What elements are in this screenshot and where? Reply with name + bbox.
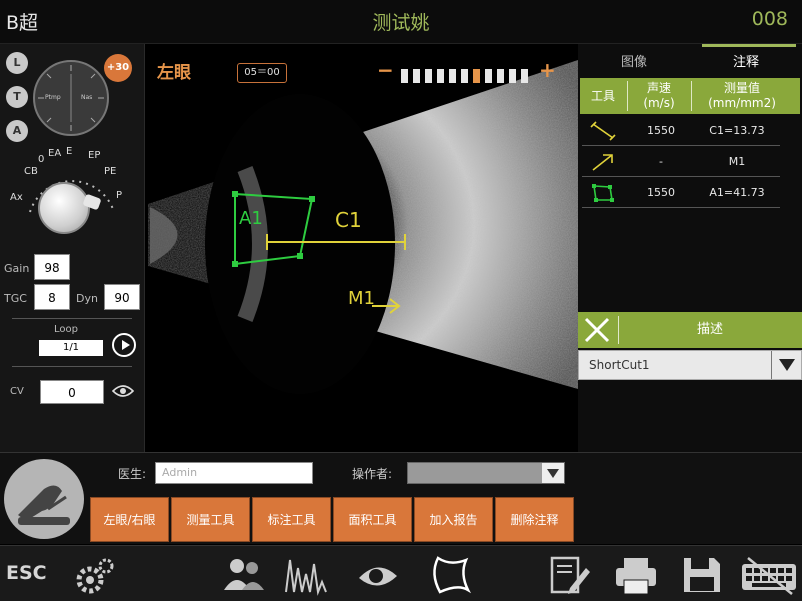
probe-sector-icon[interactable] — [428, 554, 472, 596]
report-section: 医生: Admin 操作者: 左眼/右眼 测量工具 标注工具 面积工具 加入报告… — [0, 452, 802, 544]
chevron-down-icon[interactable] — [542, 463, 564, 483]
active-tab-indicator — [702, 44, 796, 47]
tab-annotation[interactable]: 注释 — [690, 50, 802, 76]
operator-select[interactable] — [407, 462, 565, 484]
right-annotation-panel: 图像 注释 工具 声速 (m/s) 测量值 (mm/mm2) 1550 C1=1… — [578, 44, 802, 452]
area-tool-button[interactable]: 面积工具 — [333, 497, 412, 542]
patient-name: 测试姚 — [372, 12, 430, 34]
divider — [12, 366, 132, 367]
row-value: C1=13.73 — [709, 124, 765, 137]
add-report-button[interactable]: 加入报告 — [414, 497, 493, 542]
row-value: M1 — [728, 155, 746, 168]
foot-pedal-button[interactable] — [4, 459, 84, 539]
row-value: A1=41.73 — [709, 186, 765, 199]
bottom-toolbar: ESC — [0, 545, 802, 601]
close-icon[interactable] — [582, 316, 612, 344]
knob-label-e: E — [66, 146, 73, 157]
row-speed: 1550 — [647, 186, 675, 199]
top-bar: B超 测试姚 008 — [0, 0, 802, 44]
area-a1-handles — [232, 191, 315, 267]
mode-button-a[interactable]: A — [6, 120, 28, 142]
save-icon[interactable] — [680, 554, 724, 596]
settings-gear-icon[interactable] — [72, 554, 116, 596]
knob-label-ax: Ax — [10, 192, 23, 203]
cv-label: CV — [10, 386, 24, 397]
dyn-label: Dyn — [76, 292, 98, 305]
knob-dial[interactable] — [38, 182, 90, 234]
mode-button-t[interactable]: T — [6, 86, 28, 108]
loop-label: Loop — [54, 324, 78, 335]
table-row[interactable]: - M1 — [582, 147, 780, 177]
printer-icon[interactable] — [614, 554, 658, 596]
clock-label-nasal: Nas — [81, 94, 93, 101]
knob-label-ep: EP — [88, 150, 101, 161]
foot-pedal-icon — [18, 485, 70, 525]
caliper-icon — [590, 121, 616, 141]
mode-button-l[interactable]: L — [6, 52, 28, 74]
ultrasound-image-area[interactable]: 左眼 05＝00 − + A1 C1 M1 — [145, 44, 578, 452]
col-speed: 声速 (m/s) — [643, 81, 675, 110]
gain-field[interactable]: 98 — [34, 254, 70, 280]
row-speed: - — [659, 155, 663, 168]
table-row[interactable]: 1550 C1=13.73 — [582, 116, 780, 146]
col-value: 测量值 (mm/mm2) — [708, 81, 776, 110]
eye-icon[interactable] — [112, 384, 134, 398]
doctor-field[interactable]: Admin — [155, 462, 313, 484]
dyn-field[interactable]: 90 — [104, 284, 140, 310]
chevron-down-icon[interactable] — [771, 351, 801, 379]
annotate-tool-button[interactable]: 标注工具 — [252, 497, 331, 542]
label-a1: A1 — [239, 208, 263, 229]
cv-field[interactable]: 0 — [40, 380, 104, 404]
probe-clock-dial[interactable]: Ptmp Nas — [33, 60, 109, 136]
probe-position-knob[interactable]: Ax CB 0 EA E EP PE P — [0, 144, 145, 254]
delete-annotation-button[interactable]: 删除注释 — [495, 497, 574, 542]
tab-image[interactable]: 图像 — [578, 50, 690, 76]
gain-label: Gain — [4, 262, 30, 275]
measure-tool-button[interactable]: 测量工具 — [171, 497, 250, 542]
col-tool: 工具 — [590, 89, 615, 103]
clock-label-temporal: Ptmp — [45, 94, 61, 101]
patients-icon[interactable] — [222, 554, 266, 596]
row-speed: 1550 — [647, 124, 675, 137]
annotation-overlay — [232, 191, 406, 314]
tgc-label: TGC — [4, 292, 27, 305]
play-icon[interactable] — [112, 333, 136, 357]
patient-id: 008 — [751, 8, 788, 30]
divider — [12, 318, 132, 319]
angle-badge[interactable]: +30 — [104, 54, 132, 82]
keyboard-icon[interactable] — [740, 554, 798, 596]
esc-button[interactable]: ESC — [6, 562, 47, 584]
area-icon — [592, 184, 614, 202]
doctor-label: 医生: — [118, 467, 147, 481]
label-c1: C1 — [335, 208, 362, 232]
edit-report-icon[interactable] — [548, 554, 592, 596]
left-control-panel: L T A Ptmp Nas +30 Ax CB 0 EA E EP PE P … — [0, 44, 145, 452]
eye-switch-button[interactable]: 左眼/右眼 — [90, 497, 169, 542]
table-row[interactable]: 1550 A1=41.73 — [582, 178, 780, 208]
loop-field[interactable]: 1/1 — [39, 340, 103, 356]
operator-label: 操作者: — [352, 467, 393, 481]
shortcut-value: ShortCut1 — [589, 358, 650, 372]
eye-scan-icon[interactable] — [356, 554, 400, 596]
tgc-field[interactable]: 8 — [34, 284, 70, 310]
annotation-table-header: 工具 声速 (m/s) 测量值 (mm/mm2) — [580, 78, 800, 114]
description-button[interactable]: 描述 — [618, 312, 802, 348]
shortcut-select[interactable]: ShortCut1 — [578, 350, 802, 380]
knob-label-ea: EA — [48, 148, 62, 159]
a-scan-waveform-icon[interactable] — [284, 554, 328, 596]
arrow-icon — [592, 154, 613, 171]
description-bar: 描述 — [578, 312, 802, 348]
label-m1: M1 — [348, 288, 375, 309]
